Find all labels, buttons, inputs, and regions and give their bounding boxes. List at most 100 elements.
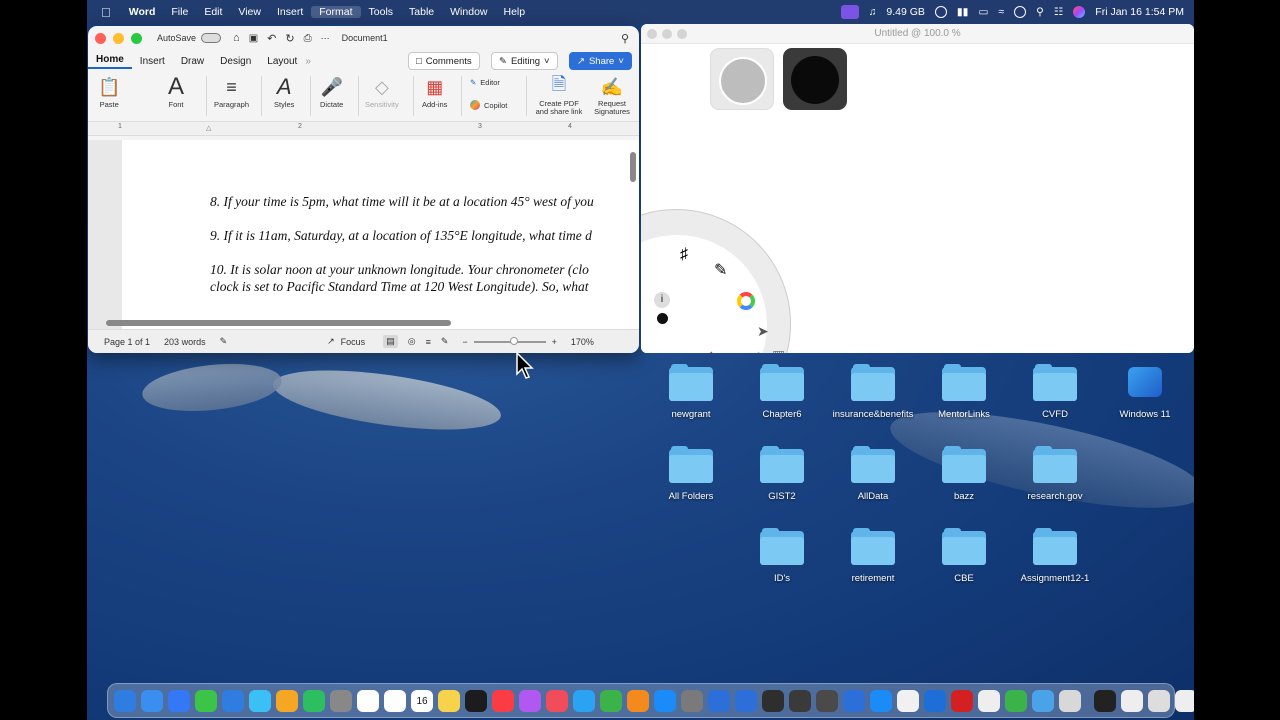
tab-design[interactable]: Design	[212, 56, 259, 67]
minimize-window-button[interactable]	[113, 32, 124, 44]
battery-icon[interactable]: ▮▮	[957, 6, 969, 18]
screen-record-icon[interactable]	[840, 5, 859, 19]
dock-app-icon[interactable]	[330, 689, 352, 712]
horizontal-scrollbar[interactable]	[106, 320, 451, 326]
comments-button[interactable]: □ Comments	[408, 52, 480, 70]
eraser-tool-icon[interactable]: ♯	[680, 246, 688, 264]
outline-icon[interactable]: ≡	[426, 337, 431, 347]
dock-app-icon[interactable]	[519, 689, 541, 712]
folder-retirement[interactable]: retirement	[823, 528, 923, 584]
menu-edit[interactable]: Edit	[196, 6, 230, 18]
menu-window[interactable]: Window	[442, 6, 495, 18]
dock-app-icon[interactable]	[978, 689, 1000, 712]
color-wheel-icon[interactable]	[737, 292, 755, 310]
display-icon[interactable]: ▭	[978, 6, 988, 18]
app-windows-11[interactable]: Windows 11	[1095, 367, 1194, 420]
dock-app-icon[interactable]	[600, 689, 622, 712]
dock-app-icon[interactable]	[114, 689, 136, 712]
folder-newgrant[interactable]: newgrant	[641, 364, 741, 420]
share-button[interactable]: ↗ Share ˅	[569, 52, 632, 70]
document-page[interactable]: 8. If your time is 5pm, what time will i…	[122, 140, 639, 329]
home-icon[interactable]: ⌂	[233, 32, 240, 44]
dock-app-icon[interactable]	[222, 689, 244, 712]
addins-button[interactable]: ▦ Add-ins	[422, 74, 447, 110]
audio-input-icon[interactable]: ♫	[869, 6, 877, 18]
tab-draw[interactable]: Draw	[173, 56, 212, 67]
paste-button[interactable]: 📋 Paste	[98, 74, 120, 110]
font-button[interactable]: A Font	[168, 73, 184, 109]
dock-app-icon[interactable]	[438, 689, 460, 712]
zoom-out-icon[interactable]: −	[462, 337, 467, 347]
menu-clock[interactable]: Fri Jan 16 1:54 PM	[1095, 6, 1184, 18]
calendar-app-icon[interactable]: 16	[411, 689, 433, 712]
dock-app-icon[interactable]	[1121, 689, 1143, 712]
dock-app-icon[interactable]	[708, 689, 730, 712]
dock-app-icon[interactable]	[1032, 689, 1054, 712]
vertical-scrollbar[interactable]	[630, 152, 636, 182]
folder-ids[interactable]: ID's	[732, 528, 832, 584]
menu-insert[interactable]: Insert	[269, 6, 311, 18]
dock-app-icon[interactable]	[195, 689, 217, 712]
folder-assignment12-1[interactable]: Assignment12-1	[1005, 528, 1105, 584]
autosave-toggle[interactable]	[201, 33, 222, 43]
black-brush-swatch[interactable]	[783, 48, 847, 110]
dock-app-icon[interactable]	[789, 689, 811, 712]
dock-app-icon[interactable]	[1148, 689, 1170, 712]
folder-cbe[interactable]: CBE	[914, 528, 1014, 584]
dock-app-icon[interactable]	[1059, 689, 1081, 712]
proofing-icon[interactable]: ✎	[220, 336, 228, 347]
expand-icon[interactable]: ↗	[327, 336, 335, 347]
folder-insurance-benefits[interactable]: insurance&benefits	[823, 364, 923, 420]
draft-icon[interactable]: ✎	[441, 336, 449, 347]
zoom-slider[interactable]	[473, 336, 546, 345]
document-canvas[interactable]: 8. If your time is 5pm, what time will i…	[88, 140, 639, 329]
dot-size-icon[interactable]	[657, 313, 668, 324]
close-window-button[interactable]	[647, 29, 657, 39]
dock-app-icon[interactable]	[276, 689, 298, 712]
create-pdf-button[interactable]: 🗎 Create PDF and share link	[534, 74, 584, 116]
layers-icon[interactable]: ▦	[772, 347, 785, 353]
dock-app-icon[interactable]	[654, 689, 676, 712]
web-layout-icon[interactable]: ◎	[408, 336, 416, 347]
editor-button[interactable]: ✎ Editor	[470, 78, 500, 87]
dock-app-icon[interactable]	[546, 689, 568, 712]
word-count[interactable]: 203 words	[164, 337, 206, 347]
wifi-icon[interactable]: ≈	[998, 6, 1004, 18]
sensitivity-button[interactable]: ◇ Sensitivity	[365, 74, 399, 110]
zoom-level[interactable]: 170%	[571, 337, 594, 347]
focus-button[interactable]: Focus	[341, 337, 366, 347]
user-icon[interactable]	[1014, 6, 1027, 18]
dictate-button[interactable]: 🎤 Dictate	[320, 74, 343, 110]
zoom-in-icon[interactable]: +	[552, 337, 557, 347]
gray-brush-swatch[interactable]	[710, 48, 774, 110]
dock-app-icon[interactable]	[627, 689, 649, 712]
undo-icon[interactable]: ↶	[267, 32, 276, 45]
siri-icon[interactable]	[1073, 6, 1086, 18]
more-tabs-icon[interactable]: »	[305, 56, 311, 67]
copilot-button[interactable]: Copilot	[470, 100, 507, 110]
menu-view[interactable]: View	[230, 6, 269, 18]
menu-help[interactable]: Help	[496, 6, 534, 18]
info-icon[interactable]: i	[654, 292, 670, 308]
folder-chapter6[interactable]: Chapter6	[732, 364, 832, 420]
dock-app-icon[interactable]	[303, 689, 325, 712]
tool-wheel[interactable]: ♯ ✎ i ➤ ⟸ ⟹ ▦	[641, 209, 791, 353]
menu-app-name[interactable]: Word	[121, 6, 164, 18]
dock-app-icon[interactable]	[492, 689, 514, 712]
styles-button[interactable]: A Styles	[274, 74, 294, 109]
redo-arrow-icon[interactable]: ⟹	[737, 345, 763, 353]
dock-app-icon[interactable]	[141, 689, 163, 712]
dock-app-icon[interactable]	[870, 689, 892, 712]
zoom-window-button[interactable]	[677, 29, 687, 39]
tab-insert[interactable]: Insert	[132, 56, 173, 67]
folder-alldata[interactable]: AllData	[823, 446, 923, 502]
dock-app-icon[interactable]	[681, 689, 703, 712]
dock-app-icon[interactable]	[384, 689, 406, 712]
folder-gist2[interactable]: GIST2	[732, 446, 832, 502]
dock-app-icon[interactable]	[924, 689, 946, 712]
dock-app-icon[interactable]	[249, 689, 271, 712]
dock-app-icon[interactable]	[1094, 689, 1116, 712]
zoom-window-button[interactable]	[131, 32, 142, 44]
menu-table[interactable]: Table	[401, 6, 442, 18]
request-signatures-button[interactable]: ✍ Request Signatures	[590, 74, 634, 116]
